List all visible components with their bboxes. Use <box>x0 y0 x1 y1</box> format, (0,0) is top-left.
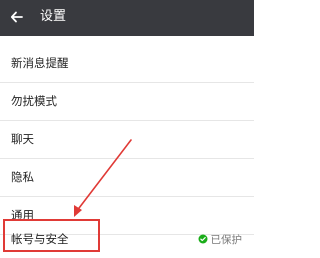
settings-item-privacy[interactable]: 隐私 <box>0 158 254 196</box>
settings-item-label: 隐私 <box>11 170 34 184</box>
back-arrow-icon <box>10 11 23 23</box>
protection-status-text: 已保护 <box>210 233 243 246</box>
settings-item-label: 新消息提醒 <box>11 56 69 70</box>
settings-item-new-message-notification[interactable]: 新消息提醒 <box>0 44 254 82</box>
page-title: 设置 <box>40 9 67 24</box>
settings-item-chat[interactable]: 聊天 <box>0 120 254 158</box>
top-bar: 设置 <box>0 0 254 36</box>
settings-item-account-security[interactable]: 帐号与安全 已保护 <box>0 220 254 258</box>
settings-item-label: 勿扰模式 <box>11 94 57 108</box>
protected-shield-icon <box>198 234 207 244</box>
protection-status: 已保护 <box>198 232 243 247</box>
back-button[interactable] <box>4 4 30 30</box>
settings-list: 新消息提醒 勿扰模式 聊天 隐私 通用 帐号与安全 已保护 <box>0 36 254 257</box>
settings-item-label: 帐号与安全 <box>11 232 69 246</box>
settings-item-do-not-disturb[interactable]: 勿扰模式 <box>0 82 254 120</box>
settings-item-label: 聊天 <box>11 132 34 146</box>
